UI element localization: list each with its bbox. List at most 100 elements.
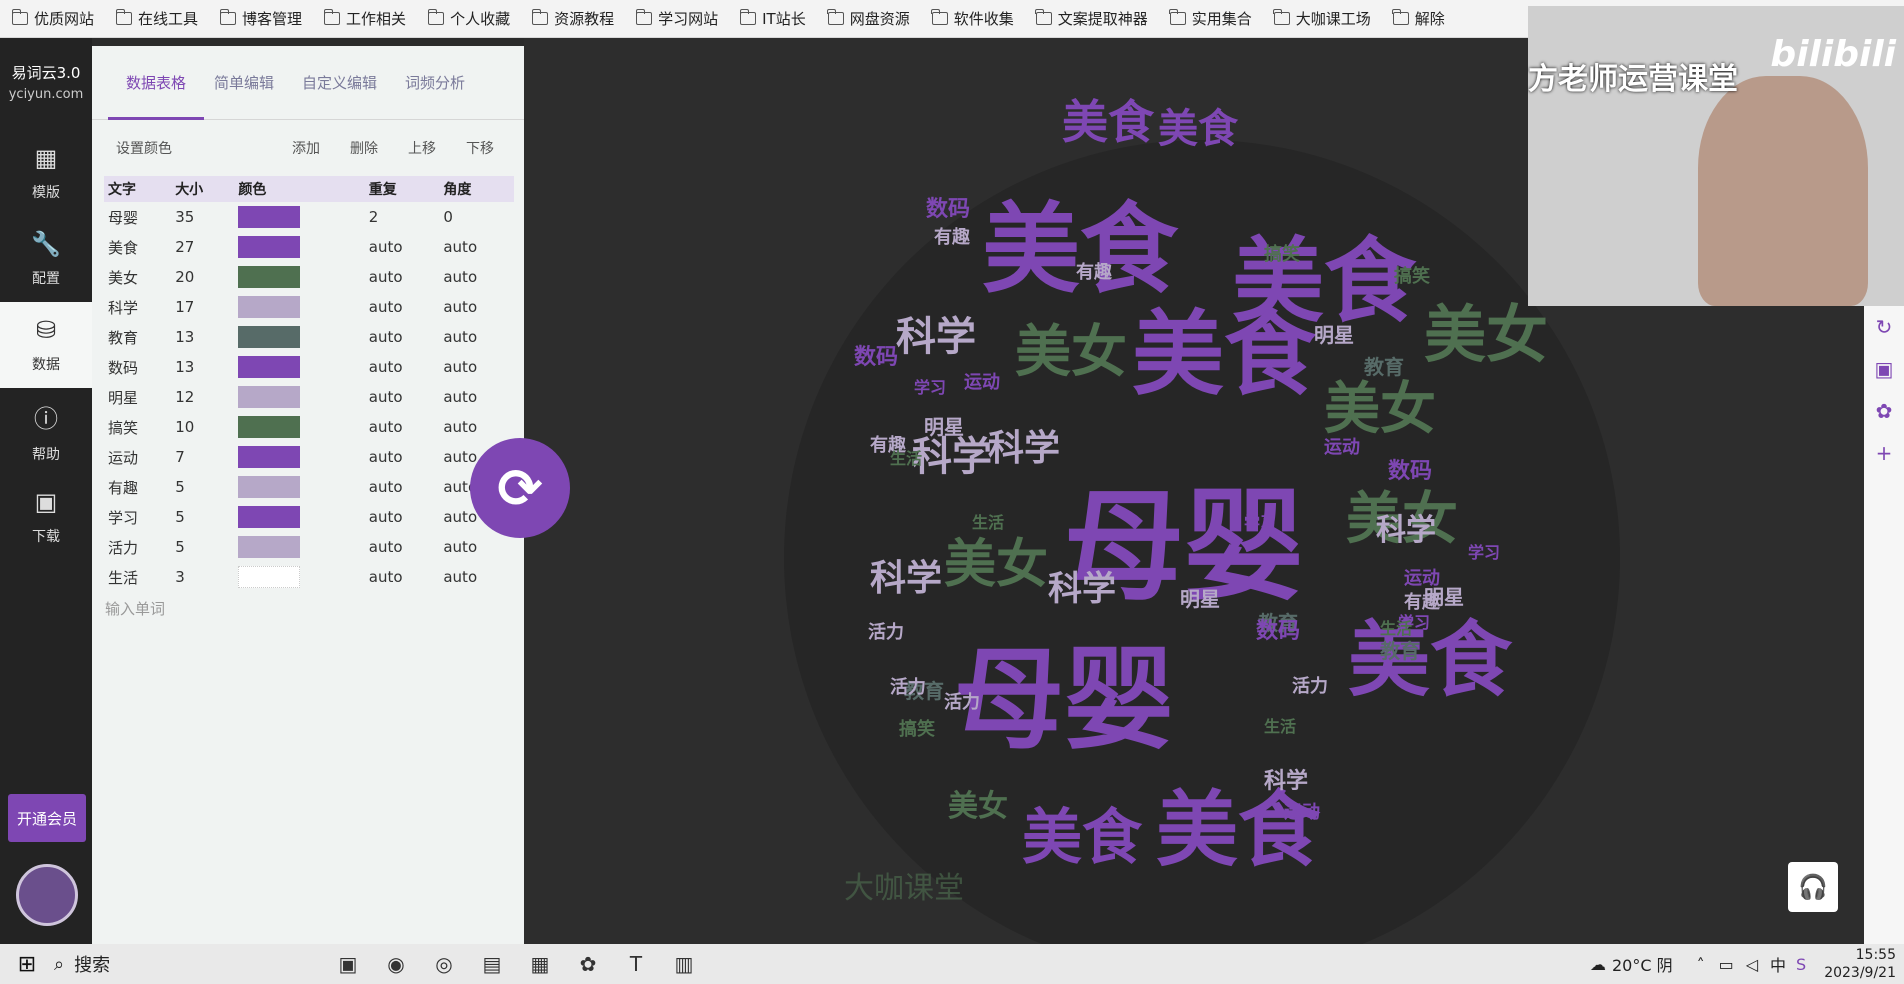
cell-size[interactable]: 5	[171, 502, 234, 532]
plus-icon[interactable]: +	[1864, 432, 1904, 474]
bookmark-item[interactable]: 网盘资源	[827, 8, 910, 29]
chat-icon[interactable]: ▣	[1864, 348, 1904, 390]
bookmark-item[interactable]: 个人收藏	[427, 8, 510, 29]
avatar[interactable]	[16, 864, 78, 926]
tab-1[interactable]: 简单编辑	[214, 46, 274, 120]
word-input[interactable]: 输入单词	[105, 598, 524, 619]
cell-color[interactable]	[234, 382, 364, 412]
cell-repeat[interactable]: auto	[365, 502, 440, 532]
taskbar-app-2[interactable]: ◉	[372, 944, 420, 984]
cell-color[interactable]	[234, 202, 364, 232]
taskbar-app-5[interactable]: ▦	[516, 944, 564, 984]
cell-size[interactable]: 7	[171, 442, 234, 472]
sidebar-item-4[interactable]: ▣ 下载	[0, 474, 92, 560]
cell-color[interactable]	[234, 322, 364, 352]
headset-icon[interactable]: 🎧	[1788, 862, 1838, 912]
sidebar-item-1[interactable]: 🔧 配置	[0, 216, 92, 302]
color-swatch[interactable]	[238, 536, 301, 558]
cell-word[interactable]: 搞笑	[104, 412, 171, 442]
cell-color[interactable]	[234, 442, 364, 472]
bookmark-item[interactable]: 软件收集	[931, 8, 1014, 29]
volume-icon[interactable]: ◁	[1746, 955, 1758, 974]
bookmark-item[interactable]: 大咖课工场	[1273, 8, 1371, 29]
clock[interactable]: 15:55 2023/9/21	[1824, 946, 1896, 982]
cell-angle[interactable]: auto	[439, 562, 514, 592]
set-color-button[interactable]: 设置颜色	[116, 138, 172, 158]
cell-size[interactable]: 20	[171, 262, 234, 292]
cell-angle[interactable]: auto	[439, 262, 514, 292]
color-swatch[interactable]	[238, 296, 301, 318]
cell-size[interactable]: 13	[171, 322, 234, 352]
cell-color[interactable]	[234, 262, 364, 292]
cell-angle[interactable]: auto	[439, 322, 514, 352]
table-row[interactable]: 教育 13 auto auto	[104, 322, 514, 352]
bookmark-item[interactable]: 学习网站	[635, 8, 718, 29]
cell-repeat[interactable]: auto	[365, 322, 440, 352]
cell-word[interactable]: 美食	[104, 232, 171, 262]
cell-word[interactable]: 科学	[104, 292, 171, 322]
color-swatch[interactable]	[238, 416, 301, 438]
cell-repeat[interactable]: auto	[365, 442, 440, 472]
sidebar-item-0[interactable]: ▦ 模版	[0, 130, 92, 216]
taskbar-app-7[interactable]: T	[612, 944, 660, 984]
column-header[interactable]: 重复	[364, 176, 440, 202]
bookmark-item[interactable]: 实用集合	[1169, 8, 1252, 29]
table-row[interactable]: 美女 20 auto auto	[104, 262, 514, 292]
table-row[interactable]: 母婴 35 2 0	[104, 202, 514, 232]
table-row[interactable]: 搞笑 10 auto auto	[104, 412, 514, 442]
flower-icon[interactable]: ✿	[1864, 390, 1904, 432]
taskbar-app-6[interactable]: ✿	[564, 944, 612, 984]
cell-word[interactable]: 运动	[104, 442, 171, 472]
cell-repeat[interactable]: auto	[365, 352, 440, 382]
bookmark-item[interactable]: 优质网站	[11, 8, 94, 29]
cell-word[interactable]: 有趣	[104, 472, 171, 502]
table-row[interactable]: 明星 12 auto auto	[104, 382, 514, 412]
column-header[interactable]: 颜色	[234, 176, 365, 202]
cell-angle[interactable]: auto	[439, 352, 514, 382]
cell-color[interactable]	[234, 472, 364, 502]
cell-repeat[interactable]: auto	[365, 382, 440, 412]
color-swatch[interactable]	[238, 386, 301, 408]
refresh-icon[interactable]: ⟳	[470, 438, 570, 538]
table-row[interactable]: 有趣 5 auto auto	[104, 472, 514, 502]
table-row[interactable]: 学习 5 auto auto	[104, 502, 514, 532]
cell-size[interactable]: 5	[171, 532, 234, 562]
color-swatch[interactable]	[238, 236, 301, 258]
bookmark-item[interactable]: 博客管理	[219, 8, 302, 29]
cell-angle[interactable]: auto	[439, 412, 514, 442]
sidebar-item-2[interactable]: ⛁ 数据	[0, 302, 92, 388]
cell-size[interactable]: 10	[171, 412, 234, 442]
bookmark-item[interactable]: IT站长	[739, 8, 806, 29]
cell-repeat[interactable]: auto	[365, 262, 440, 292]
sidebar-item-3[interactable]: ⓘ 帮助	[0, 388, 92, 474]
ime-indicator[interactable]: 中	[1770, 952, 1786, 976]
cell-repeat[interactable]: auto	[365, 232, 440, 262]
cell-size[interactable]: 35	[171, 202, 234, 232]
column-header[interactable]: 大小	[171, 176, 235, 202]
cell-size[interactable]: 17	[171, 292, 234, 322]
color-swatch[interactable]	[238, 266, 301, 288]
cell-repeat[interactable]: auto	[365, 472, 440, 502]
vip-button[interactable]: 开通会员	[8, 794, 86, 842]
cell-color[interactable]	[234, 502, 364, 532]
cell-size[interactable]: 5	[171, 472, 234, 502]
cell-size[interactable]: 27	[171, 232, 234, 262]
color-swatch[interactable]	[238, 356, 301, 378]
cell-angle[interactable]: auto	[439, 292, 514, 322]
color-swatch[interactable]	[238, 566, 301, 588]
app-tray-icon[interactable]: S	[1796, 955, 1806, 974]
cell-color[interactable]	[234, 532, 364, 562]
tab-0[interactable]: 数据表格	[107, 46, 205, 120]
cell-repeat[interactable]: auto	[365, 412, 440, 442]
table-row[interactable]: 科学 17 auto auto	[104, 292, 514, 322]
table-row[interactable]: 运动 7 auto auto	[104, 442, 514, 472]
cell-word[interactable]: 美女	[104, 262, 171, 292]
bookmark-item[interactable]: 在线工具	[115, 8, 198, 29]
color-swatch[interactable]	[238, 326, 301, 348]
taskbar-search[interactable]: ⌕ 搜索	[54, 951, 324, 977]
taskbar-app-4[interactable]: ▤	[468, 944, 516, 984]
cell-word[interactable]: 明星	[104, 382, 171, 412]
color-swatch[interactable]	[238, 506, 301, 528]
add-button[interactable]: 添加	[292, 138, 320, 158]
windows-start-icon[interactable]: ⊞	[0, 944, 54, 984]
